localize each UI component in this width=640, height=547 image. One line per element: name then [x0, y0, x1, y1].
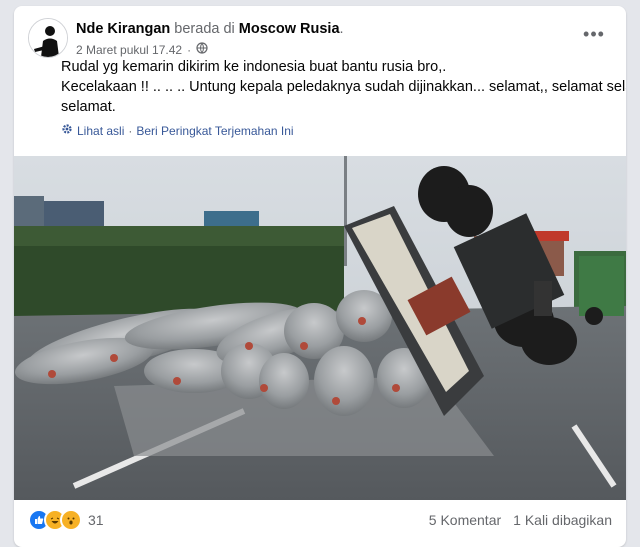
shares-count-link[interactable]: 1 Kali dibagikan [513, 512, 612, 528]
rate-translation-link[interactable]: Beri Peringkat Terjemahan Ini [136, 124, 293, 138]
post-meta: 2 Maret pukul 17.42 · [76, 42, 208, 57]
author-line: Nde Kirangan berada di Moscow Rusia. [76, 21, 344, 37]
author-name[interactable]: Nde Kirangan [76, 21, 170, 37]
photo-image [14, 156, 626, 500]
avatar-silhouette-icon [29, 19, 67, 57]
translation-separator: · [128, 123, 133, 138]
globe-icon [196, 42, 208, 57]
gear-icon [61, 123, 73, 138]
meta-separator: · [187, 42, 192, 57]
post-text-line: Rudal yg kemarin dikirim ke indonesia bu… [61, 59, 447, 75]
post-header: Nde Kirangan berada di Moscow Rusia. 2 M… [28, 16, 612, 60]
location-suffix: . [339, 21, 344, 37]
author-avatar[interactable] [28, 18, 68, 58]
reactions-summary[interactable]: 31 [28, 509, 104, 531]
location-prefix: berada di [174, 21, 235, 37]
comments-count-link[interactable]: 5 Komentar [429, 512, 501, 528]
translation-row: Lihat asli · Beri Peringkat Terjemahan I… [61, 123, 294, 138]
post-footer: 31 5 Komentar 1 Kali dibagikan [28, 506, 612, 534]
more-options-icon[interactable]: ••• [580, 24, 608, 44]
post-text-line: selamat. [61, 99, 116, 115]
wow-icon [60, 509, 82, 531]
see-original-link[interactable]: Lihat asli [77, 124, 124, 138]
post-card: Nde Kirangan berada di Moscow Rusia. 2 M… [14, 6, 626, 547]
location-link[interactable]: Moscow Rusia [239, 21, 340, 37]
post-photo[interactable] [14, 156, 626, 500]
reaction-count: 31 [88, 512, 104, 528]
post-text-line: Kecelakaan !! .. .. .. Untung kepala pel… [61, 79, 626, 95]
post-timestamp[interactable]: 2 Maret pukul 17.42 [76, 43, 182, 57]
post-body: Rudal yg kemarin dikirim ke indonesia bu… [61, 57, 626, 117]
